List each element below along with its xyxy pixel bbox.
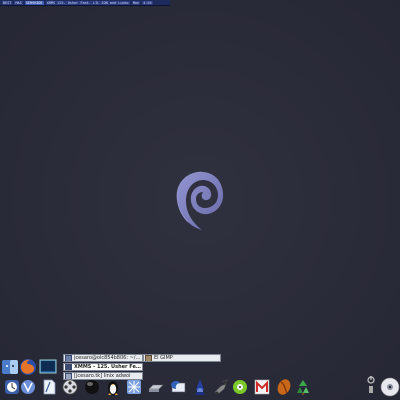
task-label: jcesaro@olc854b806: ~/jcesu [74, 355, 141, 361]
finder-icon[interactable] [1, 358, 19, 376]
terminal-task-icon [65, 355, 72, 361]
thunderbird-icon[interactable] [169, 378, 187, 396]
gimp-icon[interactable] [212, 378, 230, 396]
system-globe-icon[interactable] [19, 378, 37, 396]
topbar-segment-2[interactable]: MAS [14, 0, 23, 5]
rhythmbox-icon[interactable] [275, 378, 293, 396]
terminal-icon[interactable] [39, 358, 57, 376]
desktop: BEST MAS SERSHIDE XMMS 125. Usher Feat. … [0, 0, 400, 400]
recycle-icon[interactable] [294, 378, 312, 396]
xmms-task-icon [65, 364, 72, 370]
topbar-segment-3[interactable]: SERSHIDE [24, 0, 44, 5]
task-label: XMMS - 125. Usher Feat. Lil [74, 364, 141, 370]
blank-document-icon[interactable] [40, 378, 58, 396]
top-status-bar: BEST MAS SERSHIDE XMMS 125. Usher Feat. … [0, 0, 170, 6]
debian-swirl-logo [172, 168, 228, 232]
task-xmms[interactable]: XMMS - 125. Usher Feat. Lil [63, 363, 143, 371]
gimp-task-icon [145, 355, 152, 361]
task-label: El GIMP [154, 355, 173, 361]
cdrom-icon[interactable] [380, 377, 400, 397]
topbar-now-playing[interactable]: XMMS 125. Usher Feat. LIL JON and Ludac [45, 0, 130, 5]
film-reel-icon[interactable] [61, 378, 79, 396]
black-sphere-icon[interactable] [83, 378, 101, 396]
gmail-icon[interactable] [253, 378, 271, 396]
power-icon[interactable] [366, 374, 376, 396]
audio-icon[interactable] [231, 378, 249, 396]
task-terminal[interactable]: jcesaro@olc854b806: ~/jcesu [63, 354, 143, 362]
topbar-segment-1[interactable]: BEST [2, 0, 13, 5]
firefox-icon[interactable] [19, 358, 37, 376]
application-dock [0, 359, 400, 400]
network-icon[interactable] [125, 378, 143, 396]
penguin-icon[interactable] [104, 378, 122, 396]
task-gimp[interactable]: El GIMP [143, 354, 221, 362]
topbar-day: Mon [131, 0, 141, 5]
topbar-clock: 4:56 [142, 0, 153, 5]
wizard-icon[interactable] [191, 378, 209, 396]
scanner-icon[interactable] [147, 378, 165, 396]
